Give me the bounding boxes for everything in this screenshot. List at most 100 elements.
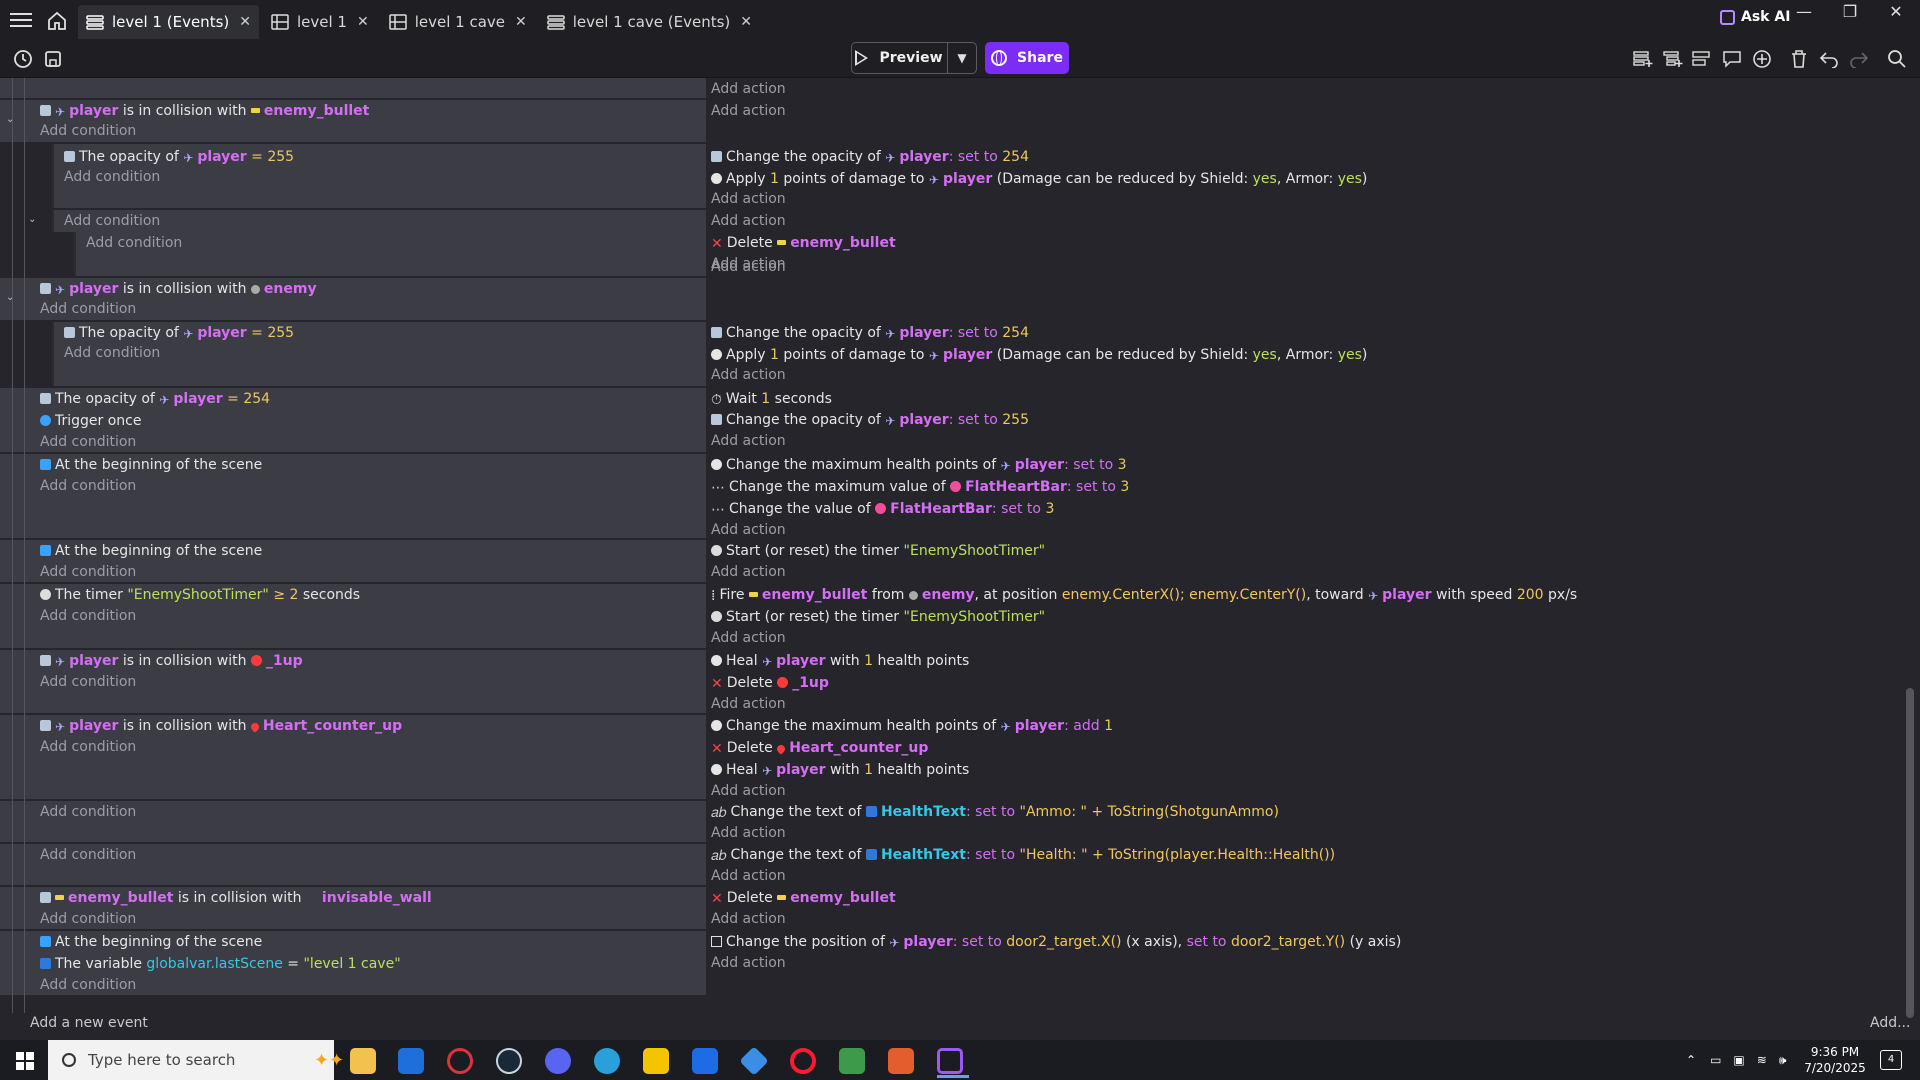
action[interactable]: Change the maximum health points of ✈ pla…: [711, 715, 1113, 737]
add-action-link[interactable]: Add action: [711, 100, 786, 122]
add-action-link[interactable]: Add action: [711, 78, 786, 100]
windows-start-icon[interactable]: [16, 1052, 34, 1070]
add-action-link[interactable]: Add action: [711, 627, 786, 649]
history-icon[interactable]: [12, 48, 34, 70]
condition[interactable]: enemy_bullet is in collision with invisa…: [40, 887, 432, 909]
close-icon[interactable]: ✕: [740, 14, 752, 30]
action[interactable]: ✕ Delete Heart_counter_up: [711, 737, 928, 759]
event-2[interactable]: ✈ player is in collision with enemy Add c…: [0, 259, 1920, 322]
dev-tool-icon[interactable]: [739, 1046, 769, 1076]
close-window-icon[interactable]: ✕: [1876, 2, 1916, 21]
condition[interactable]: The timer "EnemyShootTimer" ≥ 2 seconds: [40, 584, 360, 606]
save-icon[interactable]: [42, 48, 64, 70]
add-condition-link[interactable]: Add condition: [40, 561, 136, 583]
add-action-link[interactable]: Add action: [711, 188, 786, 210]
condition[interactable]: ✈ player is in collision with enemy_bulle…: [40, 100, 369, 122]
notification-icon[interactable]: 4: [1880, 1050, 1902, 1070]
event-4[interactable]: At the beginning of the scene Add condit…: [0, 454, 1920, 540]
event-11[interactable]: enemy_bullet is in collision with invisa…: [0, 887, 1920, 931]
condition[interactable]: ✈ player is in collision with _1up: [40, 650, 303, 672]
condition[interactable]: At the beginning of the scene: [40, 454, 262, 476]
battery-icon[interactable]: ▭: [1710, 1053, 1721, 1067]
gdevelop-taskbar-icon[interactable]: [937, 1048, 969, 1078]
add-more-link[interactable]: Add...: [1870, 1015, 1910, 1031]
taskbar-search[interactable]: Type here to search ✦✦: [48, 1040, 344, 1080]
action[interactable]: ⋯ Change the value of FlatHeartBar: set t…: [711, 498, 1054, 520]
add-action-link[interactable]: Add action: [711, 908, 786, 930]
condition[interactable]: ✈ player is in collision with Heart_count…: [40, 715, 402, 737]
menu-icon[interactable]: [10, 10, 32, 32]
chevron-up-icon[interactable]: ⌃: [1686, 1053, 1696, 1067]
krita-icon[interactable]: [839, 1048, 865, 1074]
condition[interactable]: At the beginning of the scene: [40, 931, 262, 953]
add-condition-link[interactable]: Add condition: [40, 736, 136, 758]
action[interactable]: Change the maximum health points of ✈ pla…: [711, 454, 1127, 476]
steam-icon[interactable]: [496, 1048, 522, 1074]
add-condition-link[interactable]: Add condition: [40, 908, 136, 930]
add-action-link[interactable]: Add action: [711, 822, 786, 844]
lightning-app-icon[interactable]: [643, 1048, 669, 1074]
action[interactable]: Change the opacity of ✈ player: set to 25…: [711, 409, 1029, 431]
add-action-link[interactable]: Add action: [711, 430, 786, 452]
event-1-sub-2-child[interactable]: Add condition ✕ Delete enemy_bullet Add a…: [0, 232, 1920, 278]
add-icon[interactable]: [1750, 48, 1774, 70]
action[interactable]: Apply 1 points of damage to ✈ player (Dam…: [711, 168, 1367, 190]
opera-gx-icon[interactable]: [447, 1048, 473, 1074]
add-subevent-icon[interactable]: [1661, 48, 1685, 70]
action[interactable]: 𝑎𝑏 Change the text of HealthText: set to …: [711, 801, 1279, 823]
add-condition-link[interactable]: Add condition: [40, 605, 136, 627]
volume-icon[interactable]: 🕪: [1779, 1053, 1787, 1068]
clock[interactable]: 9:36 PM 7/20/2025: [1800, 1044, 1870, 1076]
add-action-link[interactable]: Add action: [711, 364, 786, 386]
event-8[interactable]: ✈ player is in collision with Heart_count…: [0, 715, 1920, 801]
add-condition-link[interactable]: Add condition: [40, 974, 136, 996]
action[interactable]: Change the position of ✈ player: set to d…: [711, 931, 1401, 953]
action[interactable]: Start (or reset) the timer "EnemyShootTi…: [711, 540, 1045, 562]
add-condition-link[interactable]: Add condition: [40, 801, 136, 823]
minimize-icon[interactable]: —: [1784, 2, 1824, 21]
chevron-down-icon[interactable]: ▼: [948, 43, 976, 73]
add-condition-link[interactable]: Add condition: [64, 342, 160, 364]
add-condition-link[interactable]: Add condition: [40, 431, 136, 453]
home-icon[interactable]: [46, 10, 68, 32]
event-1-sub-2[interactable]: Add condition Add action ⌄: [0, 210, 1920, 232]
add-action-link[interactable]: Add action: [711, 256, 786, 278]
action[interactable]: Apply 1 points of damage to ✈ player (Dam…: [711, 344, 1367, 366]
add-action-link[interactable]: Add action: [711, 865, 786, 887]
event-6[interactable]: The timer "EnemyShootTimer" ≥ 2 seconds …: [0, 584, 1920, 650]
add-condition-link[interactable]: Add condition: [64, 166, 160, 188]
close-icon[interactable]: ✕: [515, 14, 527, 30]
vertical-scrollbar[interactable]: [1906, 688, 1914, 1018]
delete-icon[interactable]: [1787, 48, 1811, 70]
opera-icon[interactable]: [790, 1048, 816, 1074]
event-5[interactable]: At the beginning of the scene Add condit…: [0, 540, 1920, 584]
action[interactable]: Heal ✈ player with 1 health points: [711, 650, 969, 672]
tab-level1-cave[interactable]: level 1 cave ✕: [381, 5, 535, 39]
action[interactable]: Start (or reset) the timer "EnemyShootTi…: [711, 606, 1045, 628]
add-action-link[interactable]: Add action: [711, 952, 786, 974]
add-condition-link[interactable]: Add condition: [40, 475, 136, 497]
comment-icon[interactable]: [1720, 48, 1744, 70]
add-group-icon[interactable]: [1690, 48, 1714, 70]
condition[interactable]: The opacity of ✈ player = 254: [40, 388, 270, 410]
condition[interactable]: ✈ player is in collision with enemy: [40, 278, 317, 300]
event-1-sub-1[interactable]: The opacity of ✈ player = 255 Add conditi…: [0, 144, 1920, 210]
discord-icon[interactable]: [545, 1048, 571, 1074]
add-action-link[interactable]: Add action: [711, 561, 786, 583]
preview-button[interactable]: Preview: [852, 43, 948, 73]
event-3[interactable]: The opacity of ✈ player = 254 Trigger onc…: [0, 388, 1920, 454]
collapse-chevron-icon[interactable]: ⌄: [28, 214, 36, 225]
bluesky-icon[interactable]: [692, 1048, 718, 1074]
action[interactable]: ⁞ Fire enemy_bullet from enemy, at positi…: [711, 584, 1577, 606]
tab-level1-events[interactable]: level 1 (Events) ✕: [78, 5, 259, 39]
collapse-chevron-icon[interactable]: ⌄: [6, 292, 14, 303]
event-9[interactable]: Add condition 𝑎𝑏 Change the text of Healt…: [0, 801, 1920, 844]
collapse-chevron-icon[interactable]: ⌄: [6, 114, 14, 125]
undo-icon[interactable]: [1817, 48, 1841, 70]
file-explorer-icon[interactable]: [350, 1048, 376, 1074]
telegram-icon[interactable]: [594, 1048, 620, 1074]
condition[interactable]: The opacity of ✈ player = 255: [64, 322, 294, 344]
redo-icon[interactable]: [1847, 48, 1871, 70]
action[interactable]: Change the opacity of ✈ player: set to 25…: [711, 322, 1029, 344]
add-action-link[interactable]: Add action: [711, 519, 786, 541]
